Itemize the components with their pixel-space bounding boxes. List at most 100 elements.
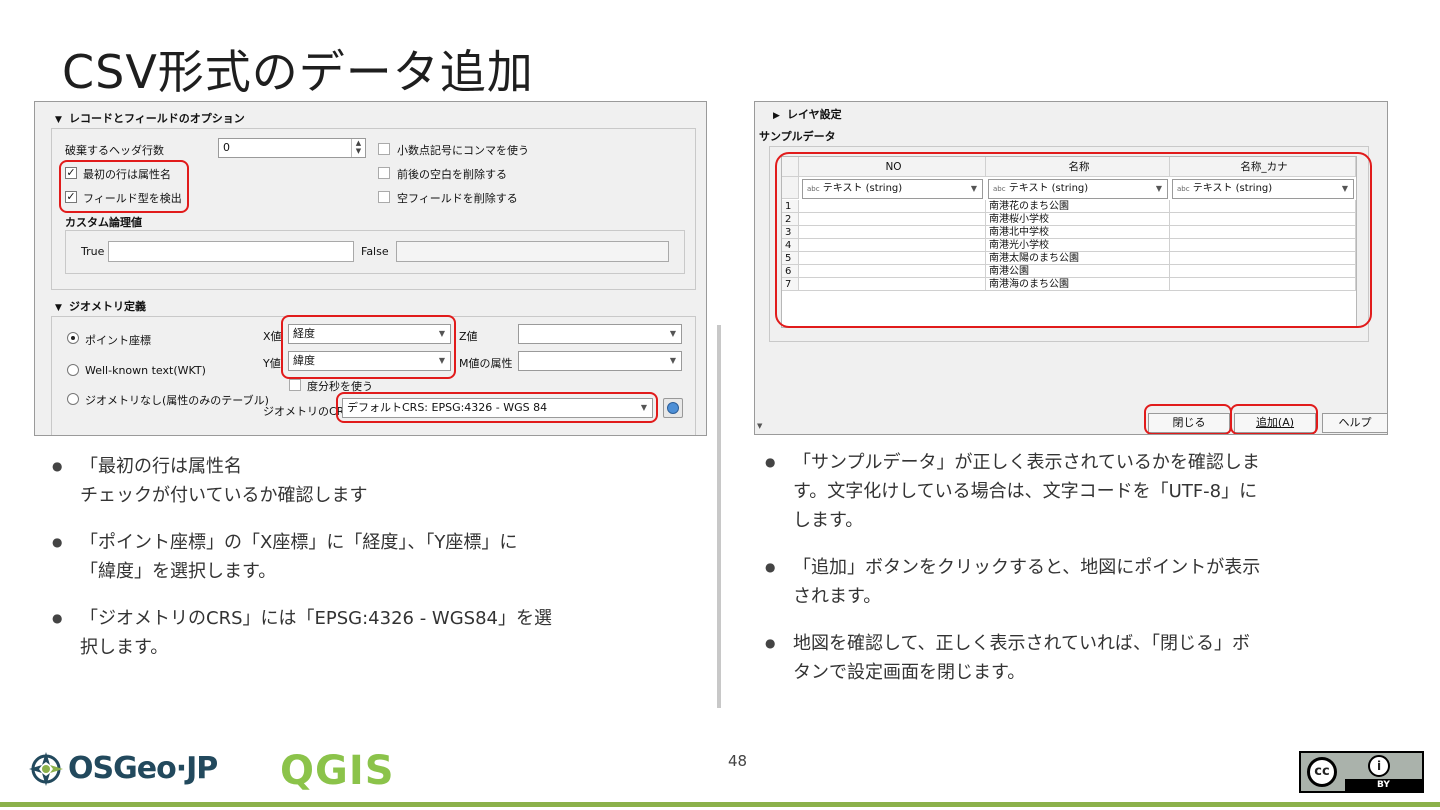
list-item: 地図を確認して、正しく表示されていれば、「閉じる」ボ タンで設定画面を閉じます。 — [765, 629, 1385, 687]
detect-types-checkbox[interactable]: ✓ — [65, 191, 77, 203]
cell-name: 南港太陽のまち公園 — [986, 252, 1170, 265]
column-header[interactable]: 名称_カナ — [1170, 157, 1356, 177]
point-coords-radio[interactable] — [67, 332, 79, 344]
by-label: BY — [1345, 779, 1422, 791]
m-label: M値の属性 — [459, 357, 513, 370]
row-header-corner — [782, 177, 799, 199]
m-field-select[interactable]: ▼ — [518, 351, 682, 371]
dms-checkbox[interactable] — [289, 379, 301, 391]
trim-label: 前後の空白を削除する — [397, 168, 507, 181]
discard-empty-checkbox[interactable] — [378, 191, 390, 203]
row-number: 5 — [782, 252, 799, 265]
osgeo-logo: OSGeo·JP — [28, 750, 218, 787]
record-options-header[interactable]: ▼ レコードとフィールドのオプション — [55, 110, 245, 126]
z-field-select[interactable]: ▼ — [518, 324, 682, 344]
page-number: 48 — [728, 752, 748, 770]
column-type-select[interactable]: abc テキスト (string) ▼ — [1172, 179, 1354, 199]
chevron-down-icon: ▼ — [1155, 184, 1162, 193]
true-input[interactable] — [108, 241, 354, 262]
row-header-corner — [782, 157, 799, 177]
false-label: False — [361, 245, 389, 258]
cell-no — [799, 252, 986, 265]
y-label: Y値 — [263, 357, 281, 370]
decimal-comma-checkbox[interactable] — [378, 143, 390, 155]
decimal-comma-label: 小数点記号にコンマを使う — [397, 144, 529, 157]
csv-options-dialog: ▼ レコードとフィールドのオプション 破棄するヘッダ行数 0 ▲ ▼ ✓ 最初の行は… — [34, 101, 707, 436]
column-type-select[interactable]: abc テキスト (string) ▼ — [802, 179, 983, 199]
no-geometry-label: ジオメトリなし(属性のみのテーブル) — [85, 394, 269, 407]
cell-no — [799, 226, 986, 239]
collapse-triangle-icon: ▼ — [55, 115, 62, 125]
row-number: 4 — [782, 239, 799, 252]
trim-checkbox[interactable] — [378, 167, 390, 179]
cell-no — [799, 265, 986, 278]
row-number: 3 — [782, 226, 799, 239]
close-button[interactable]: 閉じる — [1148, 413, 1230, 433]
first-row-names-checkbox[interactable]: ✓ — [65, 167, 77, 179]
false-input[interactable] — [396, 241, 669, 262]
point-coords-label: ポイント座標 — [85, 334, 151, 347]
x-field-select[interactable]: 経度 ▼ — [288, 324, 451, 344]
chevron-down-icon: ▼ — [640, 403, 647, 412]
y-field-select[interactable]: 緯度 ▼ — [288, 351, 451, 371]
spin-arrows-icon[interactable]: ▲ ▼ — [351, 139, 365, 157]
cell-kana — [1170, 278, 1356, 291]
cell-kana — [1170, 265, 1356, 278]
cell-kana — [1170, 200, 1356, 213]
qgis-logo: QGIS — [280, 748, 395, 794]
expand-triangle-icon: ▶ — [773, 111, 780, 121]
left-bullet-list: 「最初の行は属性名 チェックが付いているか確認します 「ポイント座標」の「X座標… — [52, 452, 682, 680]
sample-data-table: NO 名称 名称_カナ abc テキスト (string) ▼ abc テキスト … — [781, 156, 1357, 328]
chevron-down-icon: ▼ — [669, 329, 676, 338]
chevron-down-icon: ▼ — [1341, 184, 1348, 193]
geometry-header[interactable]: ▼ ジオメトリ定義 — [55, 298, 146, 314]
column-divider — [717, 325, 721, 708]
row-number: 7 — [782, 278, 799, 291]
attribution-person-icon: i — [1368, 755, 1390, 777]
detect-types-label: フィールド型を検出 — [83, 192, 182, 205]
no-geometry-radio[interactable] — [67, 393, 79, 405]
dms-label: 度分秒を使う — [307, 380, 373, 393]
wkt-label: Well-known text(WKT) — [85, 364, 206, 377]
column-header[interactable]: NO — [799, 157, 986, 177]
chevron-down-icon: ▼ — [438, 356, 445, 365]
crs-globe-icon[interactable] — [663, 398, 683, 418]
list-item: 「最初の行は属性名 チェックが付いているか確認します — [52, 452, 682, 510]
column-type-select[interactable]: abc テキスト (string) ▼ — [988, 179, 1168, 199]
cell-name: 南港海のまち公園 — [986, 278, 1170, 291]
list-item: 「追加」ボタンをクリックすると、地図にポイントが表示 されます。 — [765, 553, 1385, 611]
cell-name: 南港公園 — [986, 265, 1170, 278]
sample-data-label: サンプルデータ — [759, 130, 836, 143]
layer-settings-header[interactable]: ▶ レイヤ設定 — [773, 106, 842, 122]
discard-header-label: 破棄するヘッダ行数 — [65, 144, 164, 157]
cell-kana — [1170, 239, 1356, 252]
scroll-down-arrow-icon[interactable]: ▼ — [757, 422, 762, 430]
row-number: 6 — [782, 265, 799, 278]
cc-by-badge: cc i BY — [1299, 751, 1424, 793]
slide-title: CSV形式のデータ追加 — [62, 45, 534, 99]
cell-no — [799, 200, 986, 213]
z-label: Z値 — [459, 330, 478, 343]
crs-label: ジオメトリのCRS — [263, 405, 352, 418]
discard-header-spinbox[interactable]: 0 ▲ ▼ — [218, 138, 366, 158]
cell-name: 南港光小学校 — [986, 239, 1170, 252]
cell-no — [799, 278, 986, 291]
first-row-names-label: 最初の行は属性名 — [83, 168, 171, 181]
row-number: 2 — [782, 213, 799, 226]
true-label: True — [81, 245, 105, 258]
add-button[interactable]: 追加(A) — [1234, 413, 1316, 433]
crs-select[interactable]: デフォルトCRS: EPSG:4326 - WGS 84 ▼ — [342, 398, 653, 418]
cc-icon: cc — [1307, 757, 1337, 787]
list-item: 「ポイント座標」の「X座標」に「経度」、「Y座標」に 「緯度」を選択します。 — [52, 528, 682, 586]
cell-name: 南港桜小学校 — [986, 213, 1170, 226]
cell-no — [799, 213, 986, 226]
help-button[interactable]: ヘルプ — [1322, 413, 1387, 433]
list-item: 「ジオメトリのCRS」には「EPSG:4326 - WGS84」を選 択します。 — [52, 604, 682, 662]
column-header[interactable]: 名称 — [986, 157, 1170, 177]
cell-kana — [1170, 213, 1356, 226]
right-bullet-list: 「サンプルデータ」が正しく表示されているかを確認しま す。文字化けしている場合は… — [765, 448, 1385, 705]
cell-kana — [1170, 252, 1356, 265]
footer-accent-line — [0, 802, 1440, 807]
wkt-radio[interactable] — [67, 364, 79, 376]
osgeo-compass-icon — [28, 751, 64, 787]
